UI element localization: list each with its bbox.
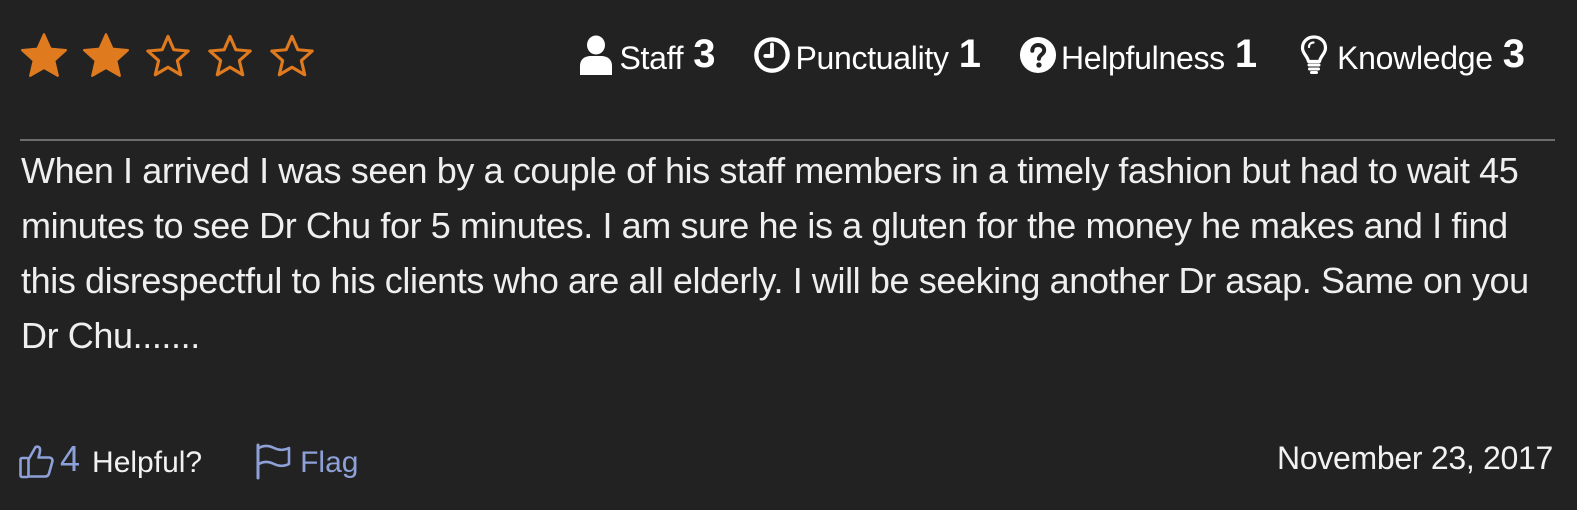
question-icon [1019,35,1057,75]
rating-metrics: Staff 3 Punctuality 1 Helpfulness 1 Know… [577,30,1525,80]
helpful-count: 4 [60,438,81,479]
thumbs-up-icon[interactable] [18,442,56,480]
metric-label: Staff [619,39,684,76]
metric-value: 1 [958,31,981,76]
metric-value: 1 [1234,31,1258,76]
metric-knowledge: Knowledge 3 [1295,30,1525,80]
metric-helpfulness: Helpfulness 1 [1019,30,1257,80]
review-date: November 23, 2017 [1277,440,1553,476]
star-filled-icon [18,30,80,82]
star-outline-icon [204,30,266,82]
flag-icon[interactable] [254,442,292,480]
metric-label: Punctuality [795,39,949,76]
metric-staff: Staff 3 [577,30,715,80]
lightbulb-icon [1295,35,1333,75]
helpful-label[interactable]: Helpful? [92,446,202,480]
metric-label: Knowledge [1337,39,1493,76]
flag-label[interactable]: Flag [300,446,358,480]
review-actions: 4 Helpful? Flag [18,436,358,486]
clock-icon [753,35,791,75]
star-rating [18,30,328,82]
review-text: When I arrived I was seen by a couple of… [21,150,1529,356]
metric-value: 3 [693,31,716,76]
metric-punctuality: Punctuality 1 [753,30,981,80]
metric-value: 3 [1502,31,1525,76]
flag-button[interactable]: Flag [254,442,358,480]
star-filled-icon [80,30,142,82]
person-icon [577,35,615,75]
star-outline-icon [142,30,204,82]
star-outline-icon [266,30,328,82]
divider [20,139,1555,141]
metric-label: Helpfulness [1060,39,1225,76]
helpful-button[interactable]: 4 Helpful? [18,438,202,482]
review-card: Staff 3 Punctuality 1 Helpfulness 1 Know… [0,0,1577,510]
